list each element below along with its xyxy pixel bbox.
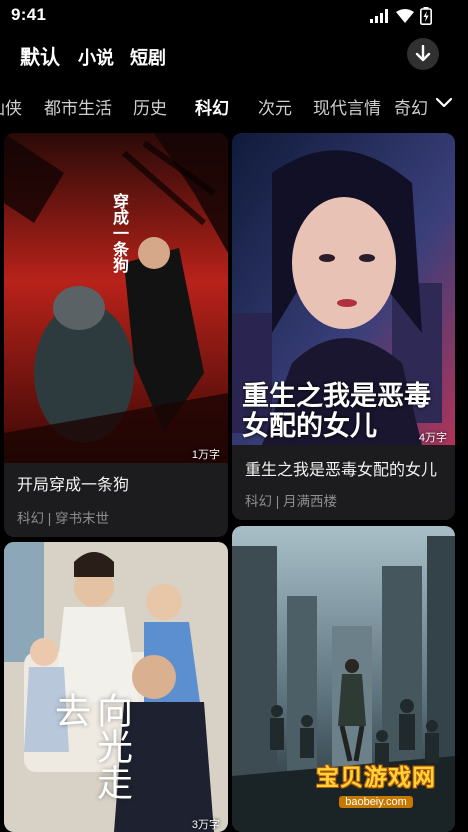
category-history[interactable]: 历史: [133, 94, 167, 119]
category-anime[interactable]: 次元: [258, 94, 292, 119]
tab-default[interactable]: 默认: [20, 41, 60, 70]
word-count: 4万字: [418, 432, 447, 444]
watermark-logo: 宝贝游戏网 baobeiy.com: [316, 758, 436, 810]
category-tabs: 仙侠 都市生活 历史 科幻 次元 现代言情 奇幻: [0, 90, 468, 122]
chevron-down-icon[interactable]: [434, 96, 454, 110]
book-card[interactable]: 重生之我是恶毒女配的女儿 4万字 重生之我是恶毒女配的女儿 科幻 | 月满西楼: [232, 133, 455, 520]
cover-title: 穿成一条狗: [110, 193, 127, 273]
book-title: 开局穿成一条狗: [17, 477, 130, 494]
word-count: 1万字: [191, 449, 220, 461]
download-button[interactable]: [407, 38, 439, 70]
tab-novel[interactable]: 小说: [78, 44, 114, 70]
category-fantasy[interactable]: 奇幻: [394, 94, 428, 119]
book-title: 重生之我是恶毒女配的女儿: [245, 462, 438, 479]
book-card[interactable]: 穿成一条狗 1万字 开局穿成一条狗 科幻 | 穿书末世: [4, 133, 228, 537]
download-icon: [415, 45, 431, 62]
status-bar: 9:41: [0, 0, 468, 34]
tab-short-drama[interactable]: 短剧: [130, 44, 166, 70]
status-icons: [370, 7, 432, 25]
battery-icon: [420, 7, 432, 25]
signal-icon: [370, 9, 388, 23]
cover-title: 向光走去: [49, 692, 132, 800]
content-type-tabs: 默认 小说 短剧: [20, 41, 182, 70]
book-cover: [4, 133, 228, 463]
category-urban[interactable]: 都市生活: [44, 94, 112, 119]
watermark-url: baobeiy.com: [339, 796, 413, 808]
category-xianxia[interactable]: 仙侠: [0, 94, 22, 119]
word-count: 3万字: [191, 819, 220, 831]
category-scifi[interactable]: 科幻: [195, 94, 229, 119]
status-time: 9:41: [11, 5, 47, 24]
wifi-icon: [396, 9, 414, 23]
watermark-text: 宝贝游戏网: [316, 764, 436, 790]
category-modern-romance[interactable]: 现代言情: [313, 94, 381, 119]
book-meta: 科幻 | 穿书末世: [17, 511, 110, 526]
book-card[interactable]: 向光走去 3万字: [4, 542, 228, 832]
book-meta: 科幻 | 月满西楼: [245, 494, 338, 509]
